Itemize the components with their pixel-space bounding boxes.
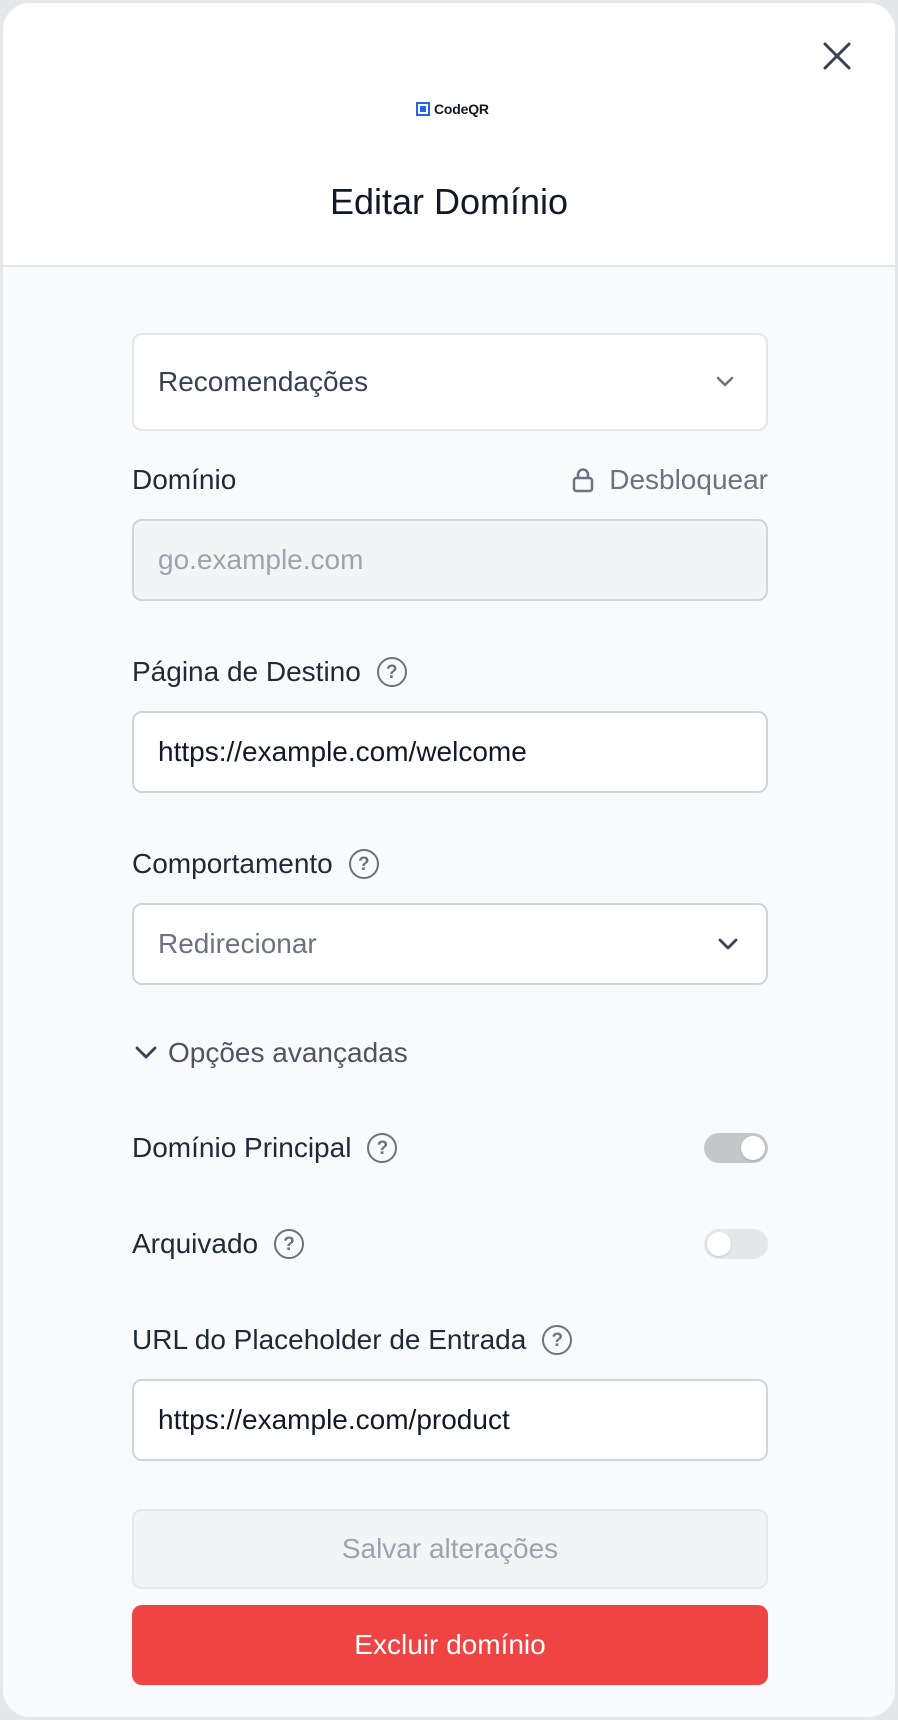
destination-label: Página de Destino ? [132, 656, 407, 688]
edit-domain-modal: CodeQR Editar Domínio Recomendações Domí… [2, 2, 896, 1718]
behavior-label-row: Comportamento ? [132, 843, 768, 885]
logo-text: CodeQR [434, 101, 489, 117]
help-icon[interactable]: ? [274, 1229, 305, 1259]
recommendations-label: Recomendações [158, 366, 369, 397]
chevron-down-icon [718, 938, 738, 950]
help-icon[interactable]: ? [542, 1325, 573, 1355]
destination-url-input[interactable] [132, 711, 768, 793]
placeholder-url-label-row: URL do Placeholder de Entrada ? [132, 1319, 768, 1361]
destination-label-row: Página de Destino ? [132, 651, 768, 693]
archived-row: Arquivado ? [132, 1223, 768, 1265]
help-icon[interactable]: ? [367, 1133, 398, 1163]
domain-label: Domínio [132, 464, 237, 495]
primary-domain-label: Domínio Principal ? [132, 1132, 398, 1164]
primary-domain-toggle[interactable] [704, 1133, 768, 1163]
primary-domain-label-text: Domínio Principal [132, 1132, 352, 1163]
modal-title: Editar Domínio [329, 181, 569, 222]
placeholder-url-input[interactable] [132, 1379, 768, 1461]
close-icon [823, 42, 851, 70]
logo: CodeQR [416, 99, 489, 119]
advanced-options-toggle[interactable]: Opções avançadas [132, 1033, 768, 1073]
help-icon[interactable]: ? [376, 657, 407, 687]
primary-domain-row: Domínio Principal ? [132, 1127, 768, 1169]
close-button[interactable] [817, 36, 857, 76]
domain-form: Recomendações Domínio Desbloquear Página… [132, 333, 768, 1685]
domain-label-row: Domínio Desbloquear [132, 459, 768, 501]
chevron-down-icon [716, 376, 734, 387]
placeholder-url-label: URL do Placeholder de Entrada ? [132, 1324, 573, 1356]
toggle-knob [741, 1136, 765, 1160]
archived-label: Arquivado ? [132, 1228, 305, 1260]
destination-label-text: Página de Destino [132, 656, 361, 687]
archived-label-text: Arquivado [132, 1228, 259, 1259]
behavior-selected-value: Redirecionar [158, 928, 317, 959]
behavior-select[interactable]: Redirecionar [132, 903, 768, 985]
delete-domain-button[interactable]: Excluir domínio [132, 1605, 768, 1685]
save-changes-button[interactable]: Salvar alterações [132, 1509, 768, 1589]
behavior-label: Comportamento ? [132, 848, 379, 880]
unlock-button[interactable]: Desbloquear [571, 464, 768, 496]
chevron-down-icon [135, 1046, 157, 1059]
domain-input[interactable] [132, 519, 768, 601]
recommendations-dropdown[interactable]: Recomendações [132, 333, 768, 431]
logo-mark-icon [416, 102, 430, 116]
unlock-label: Desbloquear [609, 464, 768, 495]
toggle-knob [707, 1232, 731, 1256]
help-icon[interactable]: ? [348, 849, 379, 879]
placeholder-url-label-text: URL do Placeholder de Entrada [132, 1324, 527, 1355]
modal-header: CodeQR Editar Domínio [3, 3, 895, 267]
archived-toggle[interactable] [704, 1229, 768, 1259]
advanced-options-label: Opções avançadas [168, 1037, 408, 1068]
lock-icon [572, 468, 594, 493]
behavior-label-text: Comportamento [132, 848, 333, 879]
